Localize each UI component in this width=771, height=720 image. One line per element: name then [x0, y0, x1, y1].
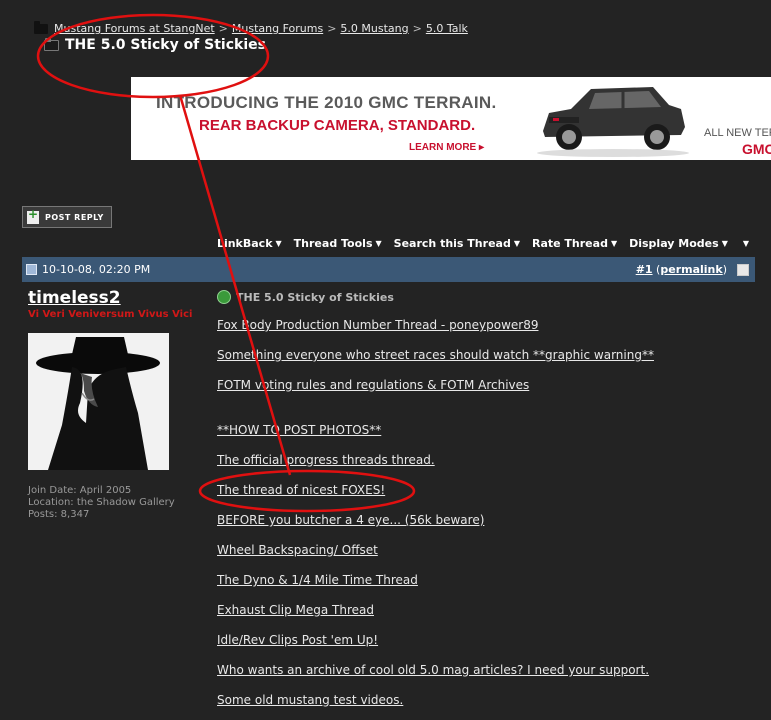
chevron-down-icon: ▼: [513, 239, 520, 248]
post-reply-label: POST REPLY: [45, 212, 104, 222]
user-info-panel: timeless2 Vi Veri Veniversum Vivus Vici …: [22, 282, 210, 720]
ad-headline: INTRODUCING THE 2010 GMC TERRAIN.: [156, 93, 497, 112]
thread-link-mag-articles[interactable]: Who wants an archive of cool old 5.0 mag…: [217, 663, 649, 677]
paren-open: (: [652, 263, 661, 276]
extra-menu[interactable]: ▼: [740, 237, 749, 250]
ad-banner[interactable]: INTRODUCING THE 2010 GMC TERRAIN. REAR B…: [131, 77, 771, 160]
thread-link-exhaust-clip[interactable]: Exhaust Clip Mega Thread: [217, 603, 374, 617]
post-title-text: THE 5.0 Sticky of Stickies: [236, 290, 394, 304]
chevron-down-icon: ▼: [742, 239, 749, 248]
thread-tools-menu[interactable]: Thread Tools ▼: [294, 237, 382, 250]
display-modes-label: Display Modes: [629, 237, 719, 250]
user-location: Location: the Shadow Gallery: [28, 497, 175, 508]
post-number-area: #1 (permalink): [636, 263, 749, 276]
thread-link-progress-threads[interactable]: The official progress threads thread.: [217, 453, 435, 467]
username-link[interactable]: timeless2: [28, 288, 121, 308]
chevron-down-icon: ▼: [275, 239, 282, 248]
thread-link-dyno-mile-time[interactable]: The Dyno & 1/4 Mile Time Thread: [217, 573, 418, 587]
post-number-link[interactable]: #1: [636, 263, 653, 276]
thread-link-street-races[interactable]: Something everyone who street races shou…: [217, 348, 654, 362]
breadcrumb-separator: >: [327, 22, 337, 35]
open-folder-icon: [44, 37, 59, 51]
thread-toolbar: LinkBack ▼ Thread Tools ▼ Search this Thre…: [205, 237, 749, 250]
breadcrumb-separator: >: [218, 22, 228, 35]
display-modes-menu[interactable]: Display Modes ▼: [629, 237, 728, 250]
thread-link-fotm-rules[interactable]: FOTM voting rules and regulations & FOTM…: [217, 378, 529, 392]
breadcrumb-link-5-0-mustang[interactable]: 5.0 Mustang: [340, 22, 408, 35]
search-thread-label: Search this Thread: [393, 237, 511, 250]
post-number: 1: [644, 263, 653, 276]
page-title: THE 5.0 Sticky of Stickies: [44, 37, 266, 53]
ad-all-new-text: ALL NEW TER: [704, 127, 771, 139]
thread-link-test-videos[interactable]: Some old mustang test videos.: [217, 693, 403, 707]
chevron-down-icon: ▼: [721, 239, 728, 248]
breadcrumb-link-mustang-forums[interactable]: Mustang Forums: [232, 22, 323, 35]
breadcrumb-link-5-0-talk[interactable]: 5.0 Talk: [426, 22, 468, 35]
post-count: Posts: 8,347: [28, 509, 90, 520]
post-date: 10-10-08, 02:20 PM: [42, 263, 151, 276]
thread-title: THE 5.0 Sticky of Stickies: [65, 37, 266, 53]
folder-icon: [34, 20, 48, 34]
post-number-prefix: #: [635, 263, 645, 276]
avatar-image: [28, 333, 169, 470]
thread-tools-label: Thread Tools: [293, 237, 373, 250]
user-title: Vi Veri Veniversum Vivus Vici: [28, 309, 193, 320]
paren-close: ): [722, 263, 727, 276]
rate-thread-menu[interactable]: Rate Thread ▼: [532, 237, 617, 250]
ad-learn-more-link[interactable]: LEARN MORE ▸: [409, 142, 484, 153]
thread-link-production-number[interactable]: Fox Body Production Number Thread - pone…: [217, 318, 538, 332]
breadcrumb: Mustang Forums at StangNet > Mustang For…: [34, 20, 468, 35]
search-thread-menu[interactable]: Search this Thread ▼: [394, 237, 520, 250]
post-title: THE 5.0 Sticky of Stickies: [217, 290, 394, 304]
new-post-icon: [27, 207, 39, 224]
linkback-label: LinkBack: [216, 237, 273, 250]
user-stats: Join Date: April 2005 Location: the Shad…: [28, 485, 175, 521]
thread-link-nicest-foxes[interactable]: The thread of nicest FOXES!: [217, 483, 385, 497]
multi-quote-checkbox[interactable]: [737, 263, 749, 276]
post-content: THE 5.0 Sticky of Stickies Fox Body Prod…: [211, 282, 755, 720]
breadcrumb-separator: >: [412, 22, 422, 35]
post-status-icon: [26, 264, 37, 275]
post-reply-button[interactable]: POST REPLY: [22, 206, 112, 228]
rate-thread-label: Rate Thread: [531, 237, 608, 250]
chevron-down-icon: ▼: [610, 239, 618, 248]
thread-link-butcher-4-eye[interactable]: BEFORE you butcher a 4 eye... (56k bewar…: [217, 513, 484, 527]
join-date: Join Date: April 2005: [28, 485, 132, 496]
post-header-bar: 10-10-08, 02:20 PM #1 (permalink): [22, 257, 755, 282]
thread-link-wheel-backspacing[interactable]: Wheel Backspacing/ Offset: [217, 543, 378, 557]
gmc-logo: GMC: [742, 141, 771, 157]
thread-link-how-to-post-photos[interactable]: **HOW TO POST PHOTOS**: [217, 423, 381, 437]
chevron-down-icon: ▼: [375, 239, 382, 248]
thread-link-idle-rev-clips[interactable]: Idle/Rev Clips Post 'em Up!: [217, 633, 378, 647]
suv-image: [537, 87, 689, 157]
ad-subheadline: REAR BACKUP CAMERA, STANDARD.: [199, 117, 476, 134]
page: Mustang Forums at StangNet > Mustang For…: [0, 0, 771, 720]
linkback-menu[interactable]: LinkBack ▼: [217, 237, 282, 250]
avatar[interactable]: [28, 333, 169, 470]
post-icon: [217, 290, 231, 304]
breadcrumb-link-forums-home[interactable]: Mustang Forums at StangNet: [54, 22, 215, 35]
permalink-link[interactable]: permalink: [660, 263, 722, 276]
